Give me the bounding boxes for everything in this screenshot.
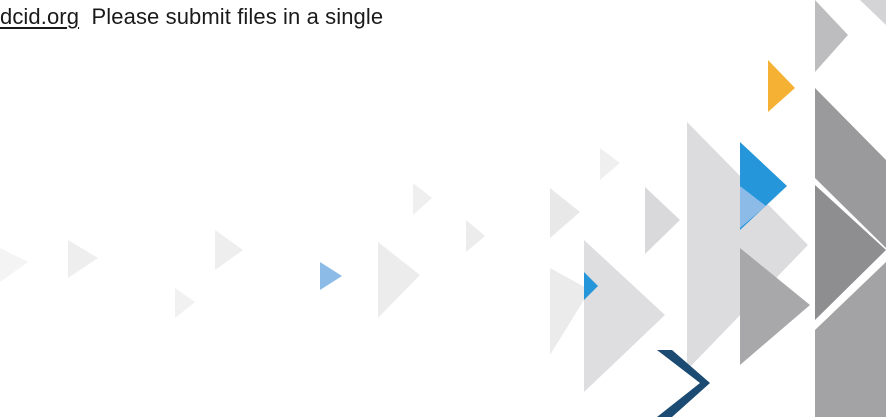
triangle-orange (768, 60, 795, 112)
triangle-faint-6 (413, 183, 432, 215)
triangle-faint-5 (378, 242, 420, 318)
triangle-center-large (584, 240, 665, 392)
triangle-faint-4 (215, 230, 243, 270)
triangle-faint-2 (68, 240, 98, 278)
slide-canvas: dcid.org Please submit files in a single (0, 0, 886, 417)
triangle-navy-chevron (657, 350, 710, 417)
triangle-faint-1 (0, 248, 28, 282)
triangle-faint-3 (175, 288, 195, 318)
triangle-small-blue (320, 262, 342, 290)
triangle-right-edge-light (860, 0, 886, 25)
triangle-faint-9 (600, 148, 620, 180)
triangle-faint-8 (550, 188, 580, 238)
decorative-triangle-pattern (0, 0, 886, 417)
triangle-mid-gray (645, 187, 680, 254)
triangle-top-right-gray (815, 0, 848, 72)
triangle-faint-7 (466, 220, 485, 252)
